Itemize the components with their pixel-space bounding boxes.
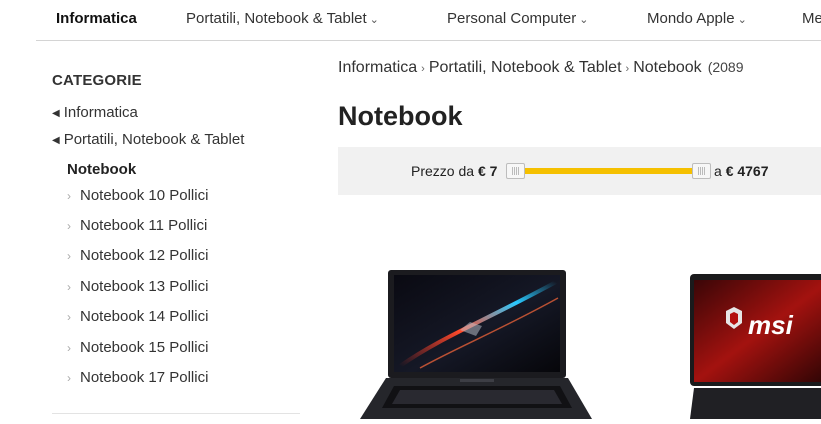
caret-left-icon: ◀ xyxy=(52,108,60,119)
chevron-right-icon: › xyxy=(67,249,71,263)
nav-item-portatili[interactable]: Portatili, Notebook & Tablet ⌄ xyxy=(186,10,379,27)
price-to-value: € 4767 xyxy=(725,163,769,179)
sidebar-item-notebook-14[interactable]: › Notebook 14 Pollici xyxy=(67,308,208,325)
breadcrumb-item-portatili[interactable]: Portatili, Notebook & Tablet xyxy=(429,59,622,76)
chevron-right-icon: › xyxy=(67,219,71,233)
top-navigation: Informatica Portatili, Notebook & Tablet… xyxy=(0,0,821,41)
sidebar-parent-portatili[interactable]: ◀ Portatili, Notebook & Tablet xyxy=(52,131,244,148)
sidebar-divider xyxy=(52,413,300,414)
sidebar-item-notebook-13[interactable]: › Notebook 13 Pollici xyxy=(67,278,208,295)
breadcrumb-item-notebook: Notebook xyxy=(633,59,702,76)
nav-item-personal-computer[interactable]: Personal Computer ⌄ xyxy=(447,10,588,27)
breadcrumb-separator-icon: › xyxy=(625,63,630,75)
price-min-handle[interactable] xyxy=(506,163,525,179)
chevron-right-icon: › xyxy=(67,341,71,355)
chevron-right-icon: › xyxy=(67,310,71,324)
sidebar-item-notebook-11[interactable]: › Notebook 11 Pollici xyxy=(67,217,207,234)
product-card-asus-rog[interactable] xyxy=(360,268,592,419)
product-card-msi[interactable]: msi xyxy=(690,268,821,419)
price-from-value: € 7 xyxy=(477,163,498,179)
page-title: Notebook xyxy=(338,101,463,131)
chevron-down-icon: ⌄ xyxy=(579,14,589,26)
sidebar-item-notebook-10[interactable]: › Notebook 10 Pollici xyxy=(67,187,208,204)
sidebar-item-notebook-15[interactable]: › Notebook 15 Pollici xyxy=(67,339,208,356)
chevron-right-icon: › xyxy=(67,280,71,294)
msi-laptop-image xyxy=(690,274,821,419)
msi-logo-text: msi xyxy=(748,310,793,340)
nav-item-more[interactable]: Me xyxy=(802,10,821,27)
chevron-down-icon: ⌄ xyxy=(737,14,747,26)
nav-divider xyxy=(36,40,821,41)
price-slider-track[interactable] xyxy=(518,168,701,174)
chevron-right-icon: › xyxy=(67,371,71,385)
caret-left-icon: ◀ xyxy=(52,135,60,146)
breadcrumb-item-informatica[interactable]: Informatica xyxy=(338,59,417,76)
chevron-right-icon: › xyxy=(67,189,71,203)
sidebar-current-category: Notebook xyxy=(67,161,137,178)
breadcrumb-separator-icon: › xyxy=(421,63,425,75)
sidebar-parent-informatica[interactable]: ◀ Informatica xyxy=(52,104,138,121)
sidebar-item-notebook-12[interactable]: › Notebook 12 Pollici xyxy=(67,247,208,264)
price-from: Prezzo da € 7 xyxy=(411,163,498,179)
nav-item-informatica[interactable]: Informatica xyxy=(56,10,137,27)
breadcrumb: Informatica › Portatili, Notebook & Tablet… xyxy=(338,59,744,77)
price-to: a € 4767 xyxy=(714,163,769,179)
price-filter: Prezzo da € 7 a € 4767 xyxy=(338,147,821,195)
sidebar-title: CATEGORIE xyxy=(52,72,142,89)
sidebar-item-notebook-17[interactable]: › Notebook 17 Pollici xyxy=(67,369,208,386)
asus-rog-laptop-image xyxy=(360,270,592,419)
nav-item-mondo-apple[interactable]: Mondo Apple ⌄ xyxy=(647,10,747,27)
chevron-down-icon: ⌄ xyxy=(369,14,379,26)
price-max-handle[interactable] xyxy=(692,163,711,179)
product-count: (2089 xyxy=(707,59,744,75)
